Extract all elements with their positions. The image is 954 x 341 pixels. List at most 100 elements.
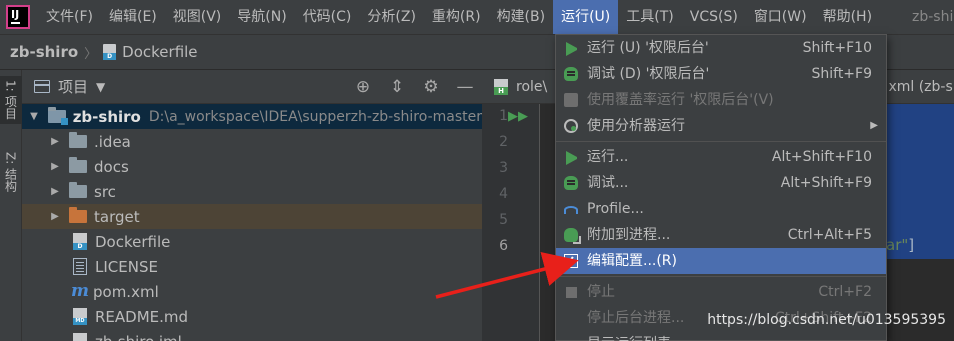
folder-icon — [69, 132, 87, 148]
expanded-arrow-icon[interactable]: ▼ — [28, 111, 40, 122]
tree-row-pom[interactable]: m pom.xml — [22, 279, 482, 304]
menu-item-label: 停止后台进程... — [587, 310, 685, 326]
excluded-folder-icon — [69, 207, 87, 223]
gear-icon[interactable]: ⚙ — [420, 76, 442, 98]
menu-item-label: 编辑配置...(R) — [587, 253, 678, 269]
tree-row-dockerfile[interactable]: D Dockerfile — [22, 229, 482, 254]
run-gutter-icon[interactable]: ▶▶ — [508, 109, 528, 124]
line-number: 6 — [499, 238, 508, 254]
code-text: ar"] — [886, 236, 914, 254]
left-tool-strip: 1: 项目 Z: 结构 — [0, 70, 22, 341]
project-tool-tab[interactable]: 1: 项目 — [0, 76, 22, 124]
breadcrumb-project[interactable]: zb-shiro — [10, 43, 78, 61]
menu-item-shortcut: Ctrl+F2 — [818, 284, 872, 300]
menu-item-shortcut: Ctrl+Alt+F5 — [787, 227, 872, 243]
menu-item-run-coverage[interactable]: 使用覆盖率运行 '权限后台'(V) — [556, 87, 886, 113]
collapsed-arrow-icon[interactable]: ▶ — [49, 161, 61, 172]
stop-icon — [566, 287, 577, 298]
menu-item-edit-configurations[interactable]: 编辑配置...(R) — [556, 248, 886, 274]
collapse-all-icon[interactable]: ⇕ — [386, 76, 408, 98]
tree-row-iml[interactable]: zb-shiro.iml — [22, 329, 482, 341]
maven-icon: m — [71, 281, 89, 301]
project-tree: ▼ zb-shiro D:\a_workspace\IDEA\supperzh-… — [22, 104, 482, 341]
menu-item-shortcut: Shift+F9 — [811, 66, 872, 82]
run-menu-dropdown: 运行 (U) '权限后台' Shift+F10 调试 (D) '权限后台' Sh… — [555, 34, 887, 341]
menu-window[interactable]: 窗口(W) — [746, 0, 815, 34]
chevron-down-icon[interactable]: ▼ — [96, 80, 105, 94]
line-number: 5 — [499, 212, 508, 228]
tree-item-label: docs — [94, 157, 129, 176]
menu-vcs[interactable]: VCS(S) — [682, 0, 746, 34]
menu-item-attach-process[interactable]: 附加到进程... Ctrl+Alt+F5 — [556, 222, 886, 248]
debug-icon — [564, 67, 578, 81]
breadcrumb-file[interactable]: Dockerfile — [122, 43, 197, 61]
project-view-icon — [34, 80, 50, 93]
minimize-icon[interactable]: — — [454, 76, 476, 98]
menu-refactor[interactable]: 重构(R) — [424, 0, 489, 34]
line-number: 2 — [499, 134, 508, 150]
markdown-icon: MD — [73, 308, 87, 325]
menu-edit[interactable]: 编辑(E) — [101, 0, 165, 34]
menu-item-run-dialog[interactable]: 运行... Alt+Shift+F10 — [556, 144, 886, 170]
menu-build[interactable]: 构建(B) — [489, 0, 554, 34]
menu-item-run-config[interactable]: 运行 (U) '权限后台' Shift+F10 — [556, 35, 886, 61]
folder-icon — [69, 182, 87, 198]
editor-tab[interactable]: H role\ — [488, 70, 547, 104]
tree-row-root[interactable]: ▼ zb-shiro D:\a_workspace\IDEA\supperzh-… — [22, 104, 482, 129]
collapsed-arrow-icon[interactable]: ▶ — [49, 136, 61, 147]
tree-item-label: target — [94, 207, 140, 226]
menu-item-stop[interactable]: 停止 Ctrl+F2 — [556, 279, 886, 305]
menu-item-shortcut: Shift+F10 — [802, 40, 872, 56]
tree-row-readme[interactable]: MD README.md — [22, 304, 482, 329]
submenu-arrow-icon: ▶ — [870, 120, 878, 131]
tree-row-idea[interactable]: ▶ .idea — [22, 129, 482, 154]
locate-target-icon[interactable]: ⊕ — [352, 76, 374, 98]
tree-row-target[interactable]: ▶ target — [22, 204, 482, 229]
menu-item-run-profiler[interactable]: 使用分析器运行 ▶ — [556, 113, 886, 139]
menu-item-label: 显示运行列表 — [587, 331, 671, 341]
tree-item-label: Dockerfile — [95, 232, 171, 251]
html-file-icon: H — [494, 79, 508, 95]
code-bracket: ] — [908, 236, 915, 254]
tree-row-src[interactable]: ▶ src — [22, 179, 482, 204]
menu-item-debug-config[interactable]: 调试 (D) '权限后台' Shift+F9 — [556, 61, 886, 87]
collapsed-arrow-icon[interactable]: ▶ — [49, 211, 61, 222]
menu-analyze[interactable]: 分析(Z) — [359, 0, 424, 34]
menu-run[interactable]: 运行(U) — [553, 0, 619, 34]
menu-code[interactable]: 代码(C) — [295, 0, 360, 34]
collapsed-arrow-icon[interactable]: ▶ — [49, 186, 61, 197]
tree-row-license[interactable]: LICENSE — [22, 254, 482, 279]
iml-file-icon — [73, 333, 87, 341]
project-panel-header: 项目 ▼ ⊕ ⇕ ⚙ — — [22, 70, 482, 104]
project-panel-title[interactable]: 项目 — [58, 76, 88, 97]
menu-file[interactable]: 文件(F) — [38, 0, 101, 34]
menu-navigate[interactable]: 导航(N) — [229, 0, 294, 34]
menu-tools[interactable]: 工具(T) — [618, 0, 681, 34]
debug-icon — [564, 176, 578, 190]
profile-gauge-icon — [564, 206, 578, 214]
line-number: 1 — [499, 108, 508, 124]
dockerfile-icon: D — [103, 44, 117, 60]
menu-separator — [556, 141, 886, 142]
menu-item-profile[interactable]: Profile... — [556, 196, 886, 222]
project-tool-tab-label: 1: 项目 — [3, 80, 18, 120]
menu-item-debug-dialog[interactable]: 调试... Alt+Shift+F9 — [556, 170, 886, 196]
editor-tab-label: role\ — [516, 79, 548, 95]
menu-item-label: 调试... — [587, 175, 629, 191]
tree-row-docs[interactable]: ▶ docs — [22, 154, 482, 179]
line-number: 4 — [499, 186, 508, 202]
tree-item-label: zb-shiro — [72, 107, 141, 126]
tree-item-label: src — [94, 182, 116, 201]
menu-item-show-running-list[interactable]: 显示运行列表 — [556, 331, 886, 341]
menu-item-label: 使用覆盖率运行 '权限后台'(V) — [587, 92, 774, 108]
folder-icon — [69, 157, 87, 173]
menu-view[interactable]: 视图(V) — [165, 0, 230, 34]
structure-tool-tab[interactable]: Z: 结构 — [0, 148, 22, 218]
editor-tab-2[interactable]: .xml (zb-s — [884, 70, 954, 104]
menu-help[interactable]: 帮助(H) — [815, 0, 880, 34]
editor-gutter: 1 ▶▶ 2 3 4 5 6 — [482, 104, 540, 341]
tree-item-path: D:\a_workspace\IDEA\supperzh-zb-shiro-ma… — [148, 108, 482, 125]
tree-item-label: pom.xml — [93, 282, 159, 301]
coverage-icon — [564, 93, 578, 107]
menu-item-shortcut: Alt+Shift+F10 — [771, 149, 872, 165]
